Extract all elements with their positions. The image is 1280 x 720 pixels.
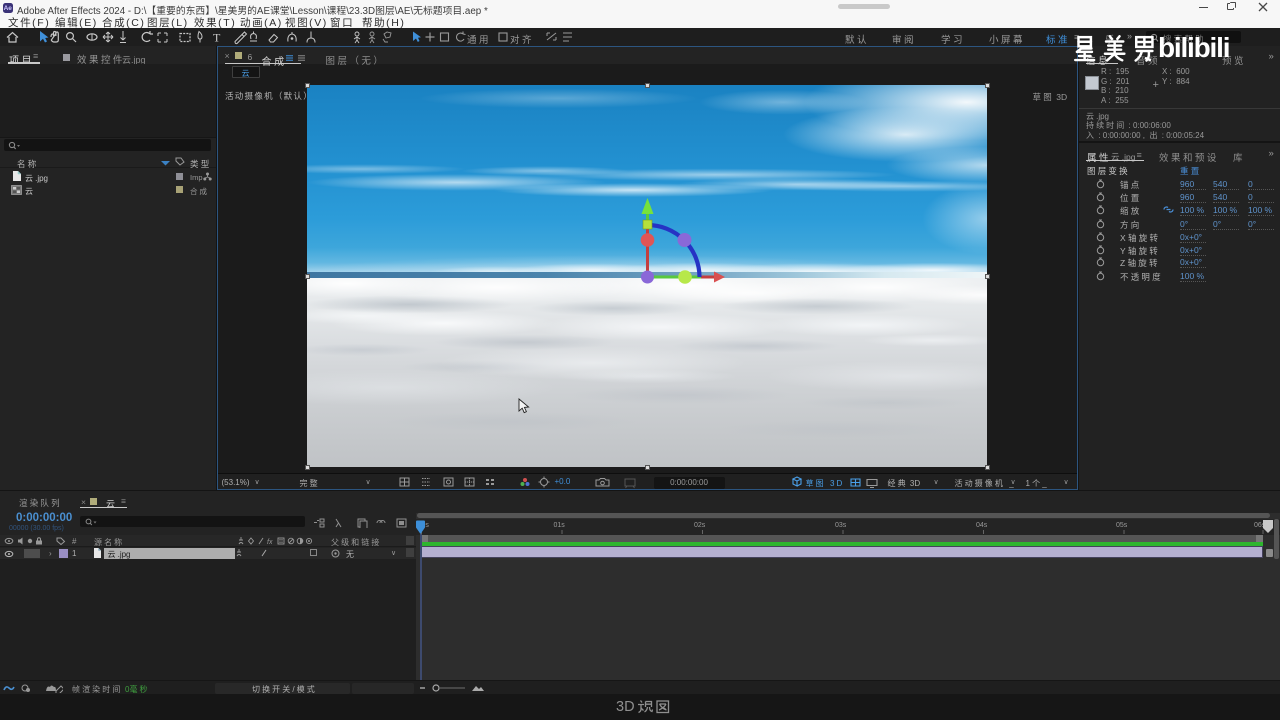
svg-text:T: T (213, 31, 221, 45)
svg-text:fx: fx (267, 539, 273, 545)
